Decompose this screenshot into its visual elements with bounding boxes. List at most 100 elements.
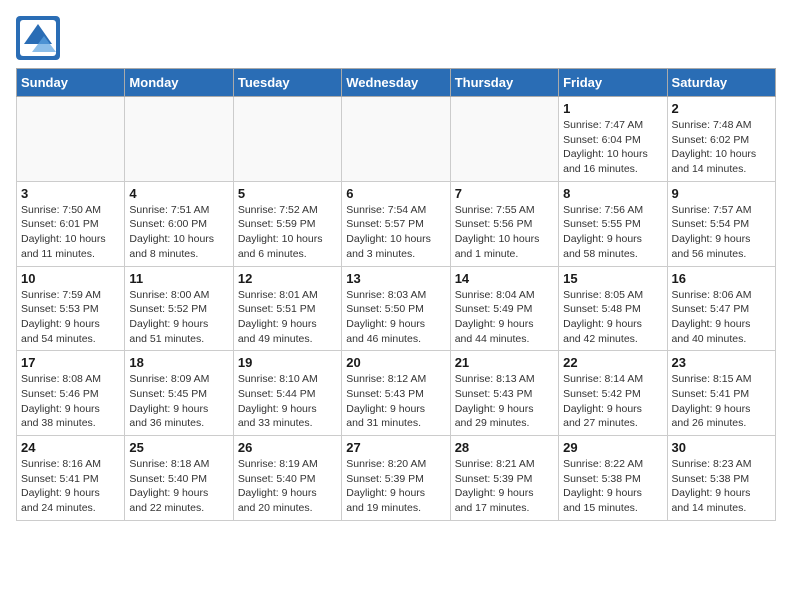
day-number: 12 (238, 271, 337, 286)
day-info: Sunrise: 8:12 AM Sunset: 5:43 PM Dayligh… (346, 372, 445, 431)
calendar-cell: 29 Sunrise: 8:22 AM Sunset: 5:38 PM Dayli… (559, 436, 667, 521)
calendar-cell: 4 Sunrise: 7:51 AM Sunset: 6:00 PM Daylig… (125, 181, 233, 266)
day-info: Sunrise: 8:03 AM Sunset: 5:50 PM Dayligh… (346, 288, 445, 347)
day-info: Sunrise: 8:19 AM Sunset: 5:40 PM Dayligh… (238, 457, 337, 516)
calendar-cell: 2 Sunrise: 7:48 AM Sunset: 6:02 PM Daylig… (667, 97, 775, 182)
weekday-header-wednesday: Wednesday (342, 69, 450, 97)
day-info: Sunrise: 8:13 AM Sunset: 5:43 PM Dayligh… (455, 372, 554, 431)
calendar-week-1: 1 Sunrise: 7:47 AM Sunset: 6:04 PM Daylig… (17, 97, 776, 182)
logo (16, 16, 64, 60)
day-info: Sunrise: 7:55 AM Sunset: 5:56 PM Dayligh… (455, 203, 554, 262)
calendar-cell: 21Sunrise: 8:13 AM Sunset: 5:43 PM Dayli… (450, 351, 558, 436)
calendar-body: 1 Sunrise: 7:47 AM Sunset: 6:04 PM Daylig… (17, 97, 776, 521)
day-info: Sunrise: 8:20 AM Sunset: 5:39 PM Dayligh… (346, 457, 445, 516)
calendar-week-5: 24 Sunrise: 8:16 AM Sunset: 5:41 PM Dayli… (17, 436, 776, 521)
calendar-cell: 20 Sunrise: 8:12 AM Sunset: 5:43 PM Dayli… (342, 351, 450, 436)
calendar-table: SundayMondayTuesdayWednesdayThursdayFrid… (16, 68, 776, 521)
day-number: 24 (21, 440, 120, 455)
day-number: 17 (21, 355, 120, 370)
day-number: 15 (563, 271, 662, 286)
day-number: 4 (129, 186, 228, 201)
day-number: 18 (129, 355, 228, 370)
calendar-cell (17, 97, 125, 182)
day-number: 29 (563, 440, 662, 455)
day-info: Sunrise: 7:54 AM Sunset: 5:57 PM Dayligh… (346, 203, 445, 262)
calendar-cell: 12 Sunrise: 8:01 AM Sunset: 5:51 PM Dayli… (233, 266, 341, 351)
calendar-cell: 8 Sunrise: 7:56 AM Sunset: 5:55 PM Daylig… (559, 181, 667, 266)
calendar-week-4: 17 Sunrise: 8:08 AM Sunset: 5:46 PM Dayli… (17, 351, 776, 436)
calendar-cell: 30 Sunrise: 8:23 AM Sunset: 5:38 PM Dayli… (667, 436, 775, 521)
day-info: Sunrise: 8:22 AM Sunset: 5:38 PM Dayligh… (563, 457, 662, 516)
day-info: Sunrise: 8:15 AM Sunset: 5:41 PM Dayligh… (672, 372, 771, 431)
day-info: Sunrise: 8:21 AM Sunset: 5:39 PM Dayligh… (455, 457, 554, 516)
calendar-cell: 7 Sunrise: 7:55 AM Sunset: 5:56 PM Daylig… (450, 181, 558, 266)
logo-icon (16, 16, 60, 60)
calendar-cell: 26 Sunrise: 8:19 AM Sunset: 5:40 PM Dayli… (233, 436, 341, 521)
day-number: 8 (563, 186, 662, 201)
day-info: Sunrise: 7:56 AM Sunset: 5:55 PM Dayligh… (563, 203, 662, 262)
day-info: Sunrise: 8:18 AM Sunset: 5:40 PM Dayligh… (129, 457, 228, 516)
weekday-header-saturday: Saturday (667, 69, 775, 97)
calendar-header-row: SundayMondayTuesdayWednesdayThursdayFrid… (17, 69, 776, 97)
day-number: 10 (21, 271, 120, 286)
calendar-cell: 13 Sunrise: 8:03 AM Sunset: 5:50 PM Dayli… (342, 266, 450, 351)
day-info: Sunrise: 7:59 AM Sunset: 5:53 PM Dayligh… (21, 288, 120, 347)
weekday-header-tuesday: Tuesday (233, 69, 341, 97)
day-info: Sunrise: 8:09 AM Sunset: 5:45 PM Dayligh… (129, 372, 228, 431)
day-info: Sunrise: 8:14 AM Sunset: 5:42 PM Dayligh… (563, 372, 662, 431)
page-header (16, 16, 776, 60)
calendar-cell: 24 Sunrise: 8:16 AM Sunset: 5:41 PM Dayli… (17, 436, 125, 521)
day-info: Sunrise: 8:06 AM Sunset: 5:47 PM Dayligh… (672, 288, 771, 347)
day-number: 20 (346, 355, 445, 370)
calendar-cell (125, 97, 233, 182)
day-info: Sunrise: 8:10 AM Sunset: 5:44 PM Dayligh… (238, 372, 337, 431)
day-info: Sunrise: 7:47 AM Sunset: 6:04 PM Dayligh… (563, 118, 662, 177)
weekday-header-sunday: Sunday (17, 69, 125, 97)
day-info: Sunrise: 7:51 AM Sunset: 6:00 PM Dayligh… (129, 203, 228, 262)
day-number: 1 (563, 101, 662, 116)
day-number: 26 (238, 440, 337, 455)
calendar-cell: 16 Sunrise: 8:06 AM Sunset: 5:47 PM Dayli… (667, 266, 775, 351)
day-number: 2 (672, 101, 771, 116)
day-info: Sunrise: 8:05 AM Sunset: 5:48 PM Dayligh… (563, 288, 662, 347)
calendar-cell: 5 Sunrise: 7:52 AM Sunset: 5:59 PM Daylig… (233, 181, 341, 266)
calendar-cell: 15 Sunrise: 8:05 AM Sunset: 5:48 PM Dayli… (559, 266, 667, 351)
day-number: 30 (672, 440, 771, 455)
calendar-cell: 22 Sunrise: 8:14 AM Sunset: 5:42 PM Dayli… (559, 351, 667, 436)
calendar-cell (342, 97, 450, 182)
day-number: 6 (346, 186, 445, 201)
day-info: Sunrise: 8:08 AM Sunset: 5:46 PM Dayligh… (21, 372, 120, 431)
day-info: Sunrise: 7:48 AM Sunset: 6:02 PM Dayligh… (672, 118, 771, 177)
day-number: 19 (238, 355, 337, 370)
day-number: 5 (238, 186, 337, 201)
day-number: 28 (455, 440, 554, 455)
calendar-cell: 14Sunrise: 8:04 AM Sunset: 5:49 PM Dayli… (450, 266, 558, 351)
calendar-cell: 27Sunrise: 8:20 AM Sunset: 5:39 PM Dayli… (342, 436, 450, 521)
calendar-cell: 1 Sunrise: 7:47 AM Sunset: 6:04 PM Daylig… (559, 97, 667, 182)
calendar-cell: 3Sunrise: 7:50 AM Sunset: 6:01 PM Daylig… (17, 181, 125, 266)
day-info: Sunrise: 8:16 AM Sunset: 5:41 PM Dayligh… (21, 457, 120, 516)
day-number: 23 (672, 355, 771, 370)
calendar-cell: 6 Sunrise: 7:54 AM Sunset: 5:57 PM Daylig… (342, 181, 450, 266)
day-info: Sunrise: 7:57 AM Sunset: 5:54 PM Dayligh… (672, 203, 771, 262)
day-number: 22 (563, 355, 662, 370)
calendar-week-2: 3Sunrise: 7:50 AM Sunset: 6:01 PM Daylig… (17, 181, 776, 266)
day-number: 16 (672, 271, 771, 286)
day-info: Sunrise: 8:00 AM Sunset: 5:52 PM Dayligh… (129, 288, 228, 347)
calendar-cell: 18 Sunrise: 8:09 AM Sunset: 5:45 PM Dayli… (125, 351, 233, 436)
calendar-cell: 25Sunrise: 8:18 AM Sunset: 5:40 PM Dayli… (125, 436, 233, 521)
day-number: 13 (346, 271, 445, 286)
calendar-week-3: 10 Sunrise: 7:59 AM Sunset: 5:53 PM Dayli… (17, 266, 776, 351)
calendar-cell: 28 Sunrise: 8:21 AM Sunset: 5:39 PM Dayli… (450, 436, 558, 521)
day-number: 9 (672, 186, 771, 201)
calendar-cell: 17 Sunrise: 8:08 AM Sunset: 5:46 PM Dayli… (17, 351, 125, 436)
day-number: 14 (455, 271, 554, 286)
day-info: Sunrise: 7:50 AM Sunset: 6:01 PM Dayligh… (21, 203, 120, 262)
day-info: Sunrise: 8:23 AM Sunset: 5:38 PM Dayligh… (672, 457, 771, 516)
weekday-header-monday: Monday (125, 69, 233, 97)
day-info: Sunrise: 7:52 AM Sunset: 5:59 PM Dayligh… (238, 203, 337, 262)
day-info: Sunrise: 8:01 AM Sunset: 5:51 PM Dayligh… (238, 288, 337, 347)
day-number: 7 (455, 186, 554, 201)
calendar-cell: 11 Sunrise: 8:00 AM Sunset: 5:52 PM Dayli… (125, 266, 233, 351)
day-number: 11 (129, 271, 228, 286)
